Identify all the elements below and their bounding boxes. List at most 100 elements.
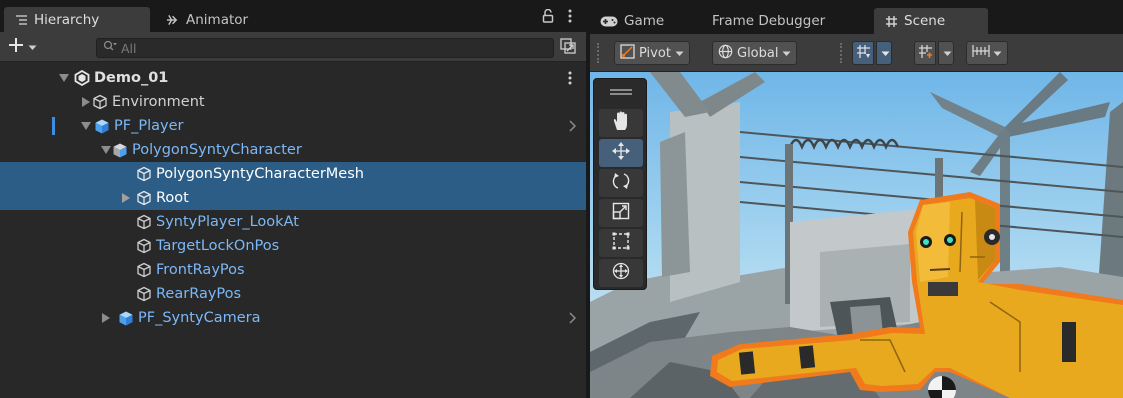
chevron-down-icon (993, 46, 1002, 61)
tab-label: Game (624, 13, 665, 29)
toolbar-grip[interactable] (597, 43, 603, 63)
collapsed-arrow-icon[interactable] (120, 192, 132, 204)
tree-row[interactable]: TargetLockOnPos (0, 234, 586, 258)
collapsed-arrow-icon[interactable] (80, 96, 92, 108)
expanded-arrow-icon[interactable] (80, 120, 92, 132)
rotate-tool-icon (612, 172, 630, 194)
chevron-down-icon (943, 46, 952, 61)
hierarchy-panel: Hierarchy Animator All Demo_01 Environme… (0, 0, 586, 398)
rotate-tool-button[interactable] (599, 169, 643, 197)
tab-animator[interactable]: Animator (156, 7, 258, 32)
tab-frame-debugger[interactable]: Frame Debugger (702, 8, 835, 34)
tree-row[interactable]: RearRayPos (0, 282, 586, 306)
chevron-down-icon (28, 40, 37, 55)
tree-row-label: SyntyPlayer_LookAt (156, 214, 299, 230)
chevron-down-icon (881, 46, 890, 61)
gameobject-cube-icon (136, 214, 152, 230)
tree-row-scene[interactable]: Demo_01 (0, 66, 586, 90)
overlay-drag-handle[interactable] (610, 89, 632, 95)
tree-row[interactable]: SyntyPlayer_LookAt (0, 210, 586, 234)
gameobject-cube-icon (136, 262, 152, 278)
hand-tool-button[interactable] (599, 109, 643, 137)
grid-toggle-button[interactable] (852, 41, 874, 65)
ruler-icon (972, 44, 990, 62)
gameobject-cube-icon (136, 166, 152, 182)
chevron-down-icon (782, 46, 791, 61)
tab-tools (542, 8, 572, 27)
search-input[interactable] (121, 40, 541, 56)
gameobject-cube-icon (92, 94, 108, 110)
scene-tools-overlay (593, 78, 647, 290)
tree-row-prefab[interactable]: PF_Player (0, 114, 586, 138)
hierarchy-toolbar (0, 32, 586, 62)
tree-row-label: Demo_01 (94, 70, 169, 86)
tab-hierarchy[interactable]: Hierarchy (4, 7, 150, 32)
tree-row-label: RearRayPos (156, 286, 242, 302)
hash-icon (884, 14, 898, 28)
chevron-right-icon[interactable] (569, 312, 577, 328)
grid-options-dropdown[interactable] (876, 41, 892, 65)
plus-icon (8, 37, 24, 57)
move-tool-icon (612, 142, 630, 164)
tab-label: Scene (904, 13, 946, 29)
snap-options-dropdown[interactable] (938, 41, 954, 65)
tree-row-label: PF_SyntyCamera (138, 310, 261, 326)
tree-row-label: FrontRayPos (156, 262, 245, 278)
tree-row-label: PolygonSyntyCharacterMesh (156, 166, 364, 182)
prefab-override-marker (52, 117, 55, 135)
tree-row-label: TargetLockOnPos (156, 238, 280, 254)
tab-scene[interactable]: Scene (874, 8, 988, 34)
prefab-cube-icon (94, 118, 110, 134)
gameobject-cube-icon (136, 238, 152, 254)
tree-row-prefab[interactable]: PF_SyntyCamera (0, 306, 586, 330)
transform-tool-icon (612, 262, 630, 284)
lock-icon[interactable] (542, 8, 554, 27)
gamepad-icon (600, 14, 618, 28)
pivot-dropdown[interactable]: Pivot (614, 41, 690, 65)
scene-visibility-icon (560, 38, 576, 58)
tree-row-selected[interactable]: PolygonSyntyCharacterMesh (0, 162, 586, 186)
grid-snap-icon (856, 44, 871, 63)
prefab-cube-icon (112, 142, 128, 158)
pivot-label: Pivot (639, 45, 671, 61)
tree-row-label: PolygonSyntyCharacter (132, 142, 302, 158)
tab-game[interactable]: Game (590, 8, 674, 34)
pivot-icon (620, 43, 635, 63)
chevron-right-icon[interactable] (569, 120, 577, 136)
hierarchy-tab-bar: Hierarchy Animator (0, 0, 586, 32)
scene-visibility-button[interactable] (558, 38, 578, 58)
scene-panel: Game Frame Debugger Scene Pivot Global (590, 0, 1123, 398)
rect-tool-icon (612, 232, 630, 254)
create-button[interactable] (8, 37, 37, 57)
toolbar-grip[interactable] (840, 43, 846, 63)
scale-tool-button[interactable] (599, 199, 643, 227)
animator-icon (166, 13, 180, 27)
search-icon (103, 40, 117, 56)
tree-row-label: PF_Player (114, 118, 184, 134)
rect-tool-button[interactable] (599, 229, 643, 257)
chevron-down-icon (675, 46, 684, 61)
tree-row[interactable]: Environment (0, 90, 586, 114)
expanded-arrow-icon[interactable] (100, 144, 112, 156)
increment-snap-dropdown[interactable] (966, 41, 1008, 65)
scene-render (590, 72, 1123, 398)
expanded-arrow-icon[interactable] (58, 72, 70, 84)
gameobject-cube-icon (136, 286, 152, 302)
scene-viewport[interactable] (590, 72, 1123, 398)
kebab-menu-icon[interactable] (568, 9, 572, 27)
tab-label: Hierarchy (34, 11, 100, 28)
kebab-menu-icon[interactable] (568, 71, 572, 89)
search-box[interactable] (96, 38, 554, 58)
move-tool-button[interactable] (599, 139, 643, 167)
tree-row-prefab[interactable]: PolygonSyntyCharacter (0, 138, 586, 162)
global-label: Global (737, 45, 779, 61)
globe-icon (718, 44, 733, 63)
hand-tool-icon (612, 111, 630, 135)
global-dropdown[interactable]: Global (712, 41, 798, 65)
snap-increment-button[interactable] (914, 41, 936, 65)
tree-row[interactable]: FrontRayPos (0, 258, 586, 282)
tree-row-selected[interactable]: Root (0, 186, 586, 210)
transform-tool-button[interactable] (599, 259, 643, 287)
tree-row-label: Root (156, 190, 189, 206)
collapsed-arrow-icon[interactable] (100, 312, 112, 324)
